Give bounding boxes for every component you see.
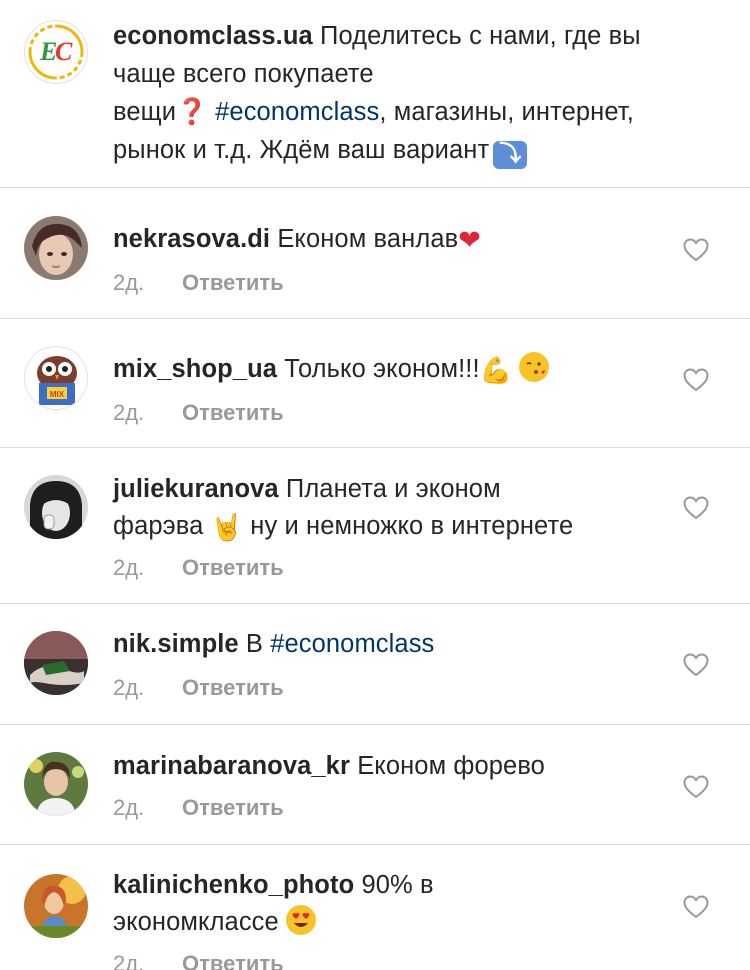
comment-meta: 2д. Ответить <box>113 398 284 428</box>
comment-body: mix_shop_ua Только эконом!!!💪 <box>113 351 658 390</box>
comment-item: MIX mix_shop_ua Только эконом!!!💪 2д. Отв… <box>0 319 750 448</box>
comments-page: E C economclass.ua Поделитесь с нами, гд… <box>0 0 750 970</box>
caption-username[interactable]: economclass.ua <box>113 22 313 50</box>
post-caption: E C economclass.ua Поделитесь с нами, гд… <box>0 0 750 188</box>
reply-button[interactable]: Ответить <box>182 951 284 970</box>
comment-meta: 2д. Ответить <box>113 553 284 583</box>
reply-button[interactable]: Ответить <box>182 400 284 425</box>
owl-logo-avatar[interactable]: MIX <box>24 346 88 410</box>
caption-hashtag[interactable]: #economclass <box>215 98 379 126</box>
like-heart-icon[interactable] <box>683 368 709 392</box>
comment-item: juliekuranova Планета и эконом фарэва 🤘 … <box>0 448 750 604</box>
comment-text-line2b: ну и немножко в интернете <box>250 512 574 540</box>
caption-line1: Поделитесь с нами, где вы <box>320 22 641 50</box>
user-avatar-photo[interactable] <box>24 752 88 816</box>
comment-item: nekrasova.di Економ ванлав❤ 2д. Ответить <box>0 189 750 319</box>
user-avatar-photo[interactable] <box>24 874 88 938</box>
comment-text-line1: Планета и эконом <box>285 475 501 503</box>
caption-text: economclass.ua Поделитесь с нами, где вы… <box>113 17 723 169</box>
reply-button[interactable]: Ответить <box>182 270 284 295</box>
comment-text: Економ форево <box>357 752 545 780</box>
comment-username[interactable]: mix_shop_ua <box>113 355 277 383</box>
caption-line3a: вещи <box>113 98 177 126</box>
comment-item: kalinichenko_photo 90% в экономклассе 😍 … <box>0 845 750 970</box>
logo-letter-c: C <box>55 37 73 66</box>
like-heart-icon[interactable] <box>683 775 709 799</box>
user-avatar-photo[interactable] <box>24 631 88 695</box>
like-heart-icon[interactable] <box>683 653 709 677</box>
comment-time: 2д. <box>113 675 145 700</box>
arrow-down-icon: ⤵ <box>493 141 528 169</box>
comment-body: juliekuranova Планета и эконом фарэва 🤘 … <box>113 471 658 547</box>
comment-username[interactable]: juliekuranova <box>113 475 279 503</box>
comment-meta: 2д. Ответить <box>113 673 284 703</box>
comment-body: marinabaranova_kr Економ форево <box>113 748 658 785</box>
comment-meta: 2д. Ответить <box>113 268 284 298</box>
flexed-biceps-emoji: 💪 <box>479 356 513 386</box>
reply-button[interactable]: Ответить <box>182 675 284 700</box>
caption-line2: чаще всего покупаете <box>113 60 374 88</box>
user-avatar-photo[interactable] <box>24 475 88 539</box>
comment-text: Только эконом!!! <box>284 355 480 383</box>
user-avatar-photo[interactable] <box>24 216 88 280</box>
comment-username[interactable]: nekrasova.di <box>113 225 270 253</box>
comment-text-line2: экономклассе <box>113 908 279 936</box>
sign-of-horns-emoji: 🤘 <box>210 513 244 543</box>
comment-username[interactable]: kalinichenko_photo <box>113 871 354 899</box>
comment-text-line2a: фарэва <box>113 512 204 540</box>
comment-body: nik.simple В #economclass <box>113 626 658 663</box>
svg-text:MIX: MIX <box>50 390 65 399</box>
comment-text-line1: 90% в <box>361 871 434 899</box>
like-heart-icon[interactable] <box>683 238 709 262</box>
comment-meta: 2д. Ответить <box>113 949 284 970</box>
comment-time: 2д. <box>113 795 145 820</box>
question-emoji: ❓ <box>176 98 208 126</box>
ec-logo: E C <box>28 24 84 80</box>
comment-username[interactable]: nik.simple <box>113 630 239 658</box>
comment-item: marinabaranova_kr Економ форево 2д. Ответ… <box>0 725 750 845</box>
comment-text: В <box>245 630 264 658</box>
heart-eyes-emoji <box>286 905 317 935</box>
comment-time: 2д. <box>113 555 145 580</box>
comment-item: nik.simple В #economclass 2д. Ответить <box>0 604 750 725</box>
comment-meta: 2д. Ответить <box>113 793 284 823</box>
reply-button[interactable]: Ответить <box>182 555 284 580</box>
like-heart-icon[interactable] <box>683 895 709 919</box>
kiss-face-emoji <box>519 352 550 382</box>
comment-time: 2д. <box>113 400 145 425</box>
caption-line3b: , магазины, интернет, <box>379 98 634 126</box>
economclass-logo-icon[interactable]: E C <box>24 20 88 84</box>
comment-hashtag[interactable]: #economclass <box>270 630 434 658</box>
reply-button[interactable]: Ответить <box>182 795 284 820</box>
comment-time: 2д. <box>113 270 145 295</box>
comment-username[interactable]: marinabaranova_kr <box>113 752 350 780</box>
caption-line4: рынок и т.д. Ждём ваш вариант <box>113 136 490 164</box>
comment-body: kalinichenko_photo 90% в экономклассе 😍 <box>113 867 658 941</box>
like-heart-icon[interactable] <box>683 496 709 520</box>
comment-time: 2д. <box>113 951 145 970</box>
red-heart-emoji: ❤ <box>458 225 481 256</box>
comment-body: nekrasova.di Економ ванлав❤ <box>113 221 658 259</box>
comment-text: Економ ванлав <box>277 225 459 253</box>
